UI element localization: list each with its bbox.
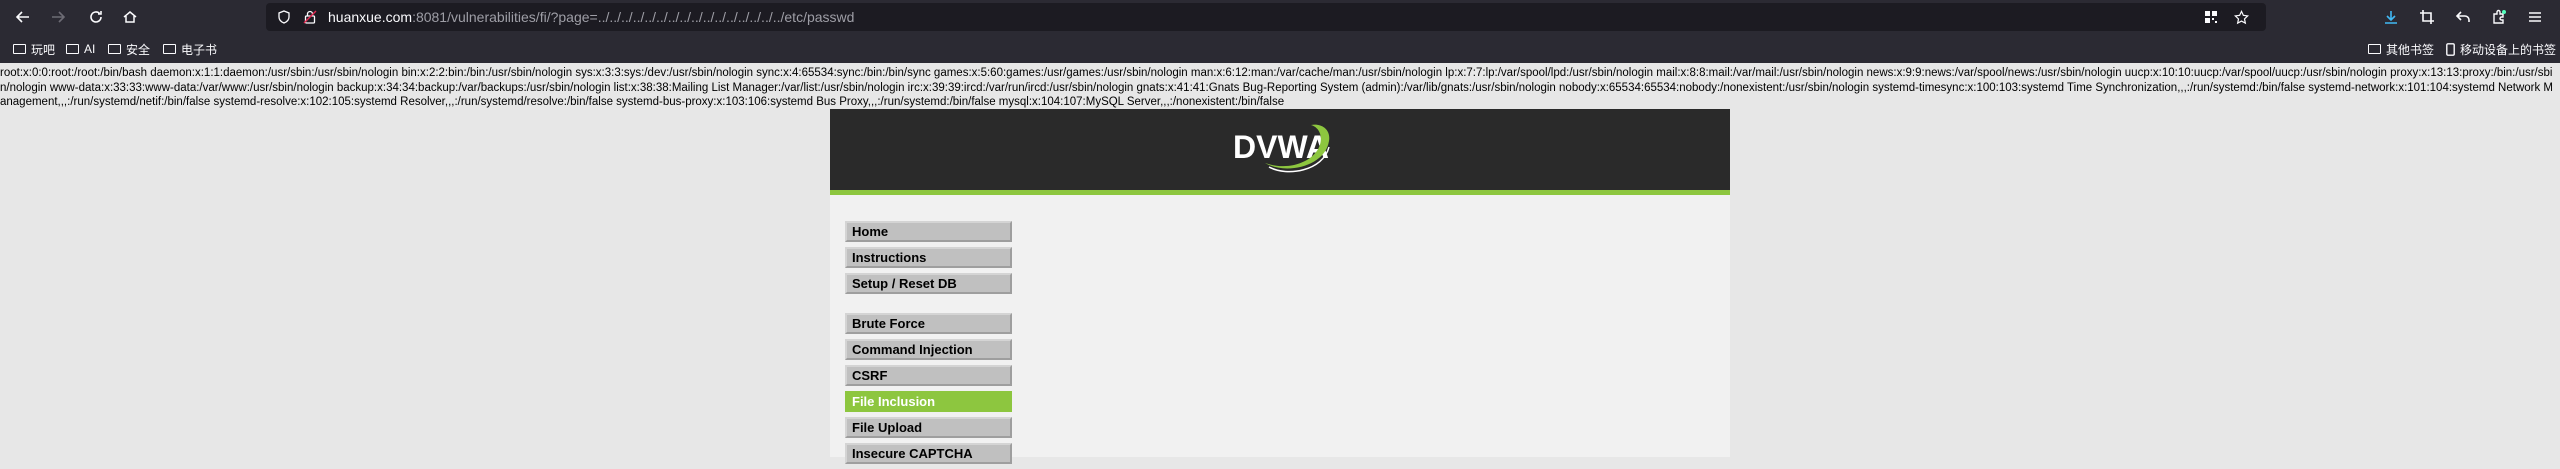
dvwa-page: DVWA Home Instructions Setup / Reset DB … bbox=[830, 109, 1730, 464]
url-path: :8081/vulnerabilities/fi/?page=../../../… bbox=[412, 9, 855, 25]
bookmarks-bar: 玩吧 AI 安全 电子书 其他书签 移动设备上的书签 bbox=[0, 34, 2560, 63]
screenshot-crop-icon[interactable] bbox=[2416, 6, 2438, 28]
folder-icon bbox=[108, 44, 121, 54]
arrow-left-icon bbox=[15, 11, 29, 23]
url-text[interactable]: huanxue.com:8081/vulnerabilities/fi/?pag… bbox=[328, 9, 854, 25]
menu-group-vulnerabilities: Brute Force Command Injection CSRF File … bbox=[845, 313, 1016, 469]
menu-item-setup[interactable]: Setup / Reset DB bbox=[845, 273, 1012, 294]
url-bar[interactable]: huanxue.com:8081/vulnerabilities/fi/?pag… bbox=[266, 3, 2266, 31]
shield-icon[interactable] bbox=[275, 8, 293, 26]
forward-button[interactable] bbox=[46, 5, 70, 29]
url-host: huanxue.com bbox=[328, 9, 413, 25]
menu-item-home[interactable]: Home bbox=[845, 221, 1012, 242]
undo-arrow-icon[interactable] bbox=[2452, 6, 2474, 28]
insecure-lock-icon[interactable] bbox=[301, 8, 319, 26]
mobile-device-icon bbox=[2446, 42, 2455, 56]
bookmark-folder[interactable]: AI bbox=[66, 41, 95, 57]
menu-item-insecure-captcha[interactable]: Insecure CAPTCHA bbox=[845, 443, 1012, 464]
back-button[interactable] bbox=[11, 5, 35, 29]
menu-item-file-inclusion[interactable]: File Inclusion bbox=[845, 391, 1012, 412]
bookmark-folder[interactable]: 玩吧 bbox=[13, 41, 55, 57]
passwd-file-output: root:x:0:0:root:/root:/bin/bash daemon:x… bbox=[0, 67, 2553, 109]
qr-code-icon[interactable] bbox=[2202, 8, 2220, 26]
bookmark-label: 安全 bbox=[126, 42, 151, 57]
folder-icon bbox=[66, 44, 79, 54]
menu-item-brute-force[interactable]: Brute Force bbox=[845, 313, 1012, 334]
mobile-bookmarks-label: 移动设备上的书签 bbox=[2460, 42, 2557, 57]
other-bookmarks[interactable]: 其他书签 bbox=[2368, 41, 2434, 57]
mobile-bookmarks[interactable]: 移动设备上的书签 bbox=[2446, 41, 2556, 57]
menu-item-instructions[interactable]: Instructions bbox=[845, 247, 1012, 268]
home-button[interactable] bbox=[118, 5, 142, 29]
folder-icon bbox=[2368, 44, 2381, 54]
browser-toolbar: huanxue.com:8081/vulnerabilities/fi/?pag… bbox=[0, 0, 2560, 34]
bookmark-folder[interactable]: 安全 bbox=[108, 41, 150, 57]
bookmark-label: 玩吧 bbox=[31, 42, 56, 57]
other-bookmarks-label: 其他书签 bbox=[2386, 42, 2435, 57]
bookmark-label: AI bbox=[84, 42, 96, 56]
reload-button[interactable] bbox=[84, 5, 108, 29]
downloads-icon[interactable] bbox=[2380, 6, 2402, 28]
folder-icon bbox=[163, 44, 176, 54]
bookmark-folder[interactable]: 电子书 bbox=[163, 41, 217, 57]
menu-item-file-upload[interactable]: File Upload bbox=[845, 417, 1012, 438]
menu-item-command-injection[interactable]: Command Injection bbox=[845, 339, 1012, 360]
home-icon bbox=[123, 11, 137, 23]
menu-item-csrf[interactable]: CSRF bbox=[845, 365, 1012, 386]
arrow-right-icon bbox=[52, 11, 66, 23]
menu-hamburger-icon[interactable] bbox=[2524, 6, 2546, 28]
dvwa-logo: DVWA bbox=[1225, 117, 1337, 183]
folder-icon bbox=[13, 44, 26, 54]
dvwa-header: DVWA bbox=[830, 109, 1730, 195]
bookmark-label: 电子书 bbox=[181, 42, 218, 57]
bookmark-star-icon[interactable] bbox=[2232, 8, 2250, 26]
extensions-icon[interactable] bbox=[2488, 6, 2510, 28]
reload-icon bbox=[90, 11, 102, 23]
menu-group-main: Home Instructions Setup / Reset DB bbox=[845, 221, 1016, 299]
